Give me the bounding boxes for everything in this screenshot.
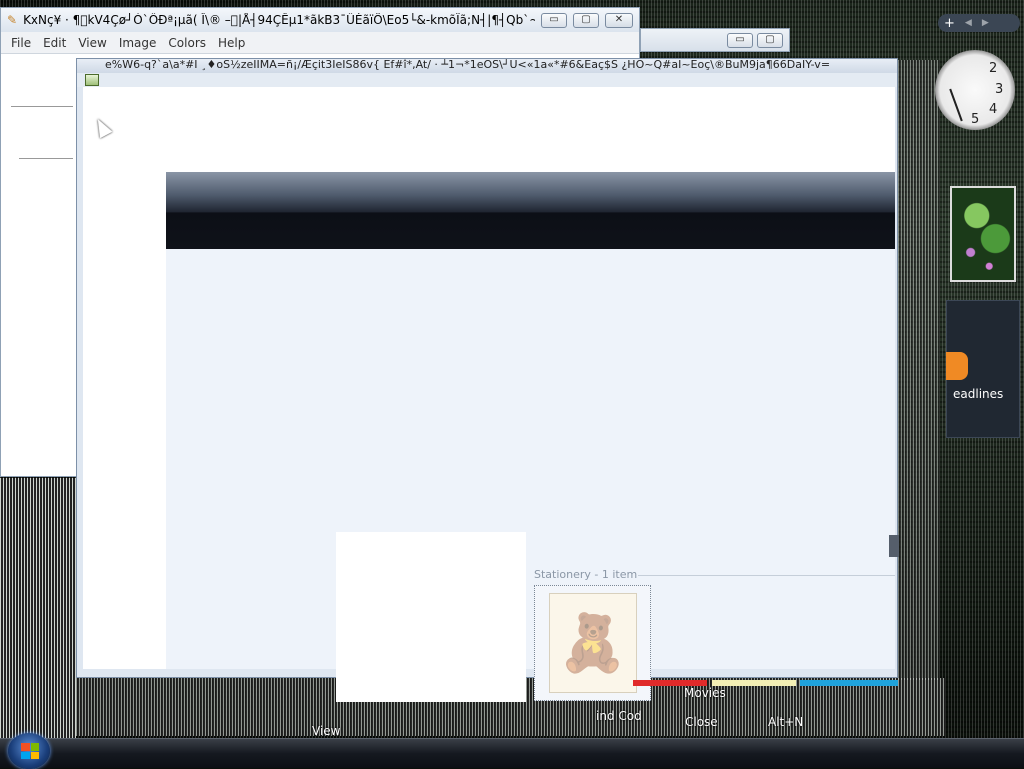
- glitch-close-text: Close: [685, 715, 718, 729]
- clock-number: 3: [995, 82, 1004, 97]
- paint-app-icon: ✎: [7, 13, 18, 27]
- paint-titlebar[interactable]: ✎ KxNç¥ · ¶ kV4Çø┘Ò`ÔÐª¡µã( Î\® – |Å┤94Ç…: [1, 8, 639, 32]
- taskbar: [0, 738, 1024, 768]
- minimize-button[interactable]: ▭: [541, 12, 567, 28]
- stationery-section-label: Stationery - 1 item: [534, 568, 638, 581]
- paint-divider: [19, 158, 73, 159]
- maximize-button[interactable]: ▢: [757, 32, 783, 48]
- feed-headlines-label: eadlines: [953, 387, 1004, 401]
- add-gadget-button[interactable]: +: [944, 16, 955, 31]
- main-toolbar: [77, 73, 897, 87]
- clock-number: 4: [989, 102, 998, 117]
- main-window-title[interactable]: e%W6-q?`a\a*#I ¸♦oS½zeIIMA=ñ¡/Æçit3IeIS8…: [77, 59, 897, 73]
- rss-icon: [946, 352, 968, 380]
- close-button[interactable]: ✕: [605, 12, 633, 28]
- menu-colors[interactable]: Colors: [162, 34, 212, 52]
- clock-number: 2: [989, 61, 998, 76]
- color-bar-blue: [800, 680, 898, 686]
- menu-bar: File Edit View Image Colors Help: [1, 32, 639, 54]
- slideshow-gadget[interactable]: [950, 186, 1016, 282]
- previous-icon[interactable]: ◀: [965, 18, 972, 28]
- menu-edit[interactable]: Edit: [37, 34, 72, 52]
- paint-window-title: KxNç¥ · ¶ kV4Çø┘Ò`ÔÐª¡µã( Î\® – |Å┤94ÇÊµ…: [23, 13, 535, 27]
- content-area: Stationery - 1 item 🧸: [83, 87, 899, 702]
- preview-panel: [336, 532, 526, 702]
- glitch-movies-text: Movies: [684, 686, 726, 700]
- glitch-region-left: [0, 478, 76, 738]
- teddy-bear-thumbnail[interactable]: 🧸: [548, 593, 637, 693]
- glitch-find-text: ind Cod: [596, 709, 642, 723]
- scrollbar-thumb[interactable]: [889, 535, 899, 557]
- glitch-altn-text: Alt+N: [768, 715, 804, 729]
- clock-hand: [949, 88, 963, 122]
- menu-view[interactable]: View: [72, 34, 112, 52]
- paint-divider: [11, 106, 73, 107]
- main-window: e%W6-q?`a\a*#I ¸♦oS½zeIIMA=ñ¡/Æçit3IeIS8…: [76, 58, 899, 702]
- clock-number: 5: [971, 112, 980, 127]
- gallery-pane: [166, 249, 895, 669]
- sidebar-controls: + ◀ ▶: [938, 14, 1020, 32]
- glitch-view-text: View: [312, 724, 341, 738]
- section-divider: [638, 575, 895, 576]
- maximize-button[interactable]: ▢: [573, 12, 599, 28]
- next-icon[interactable]: ▶: [982, 18, 989, 28]
- clock-gadget[interactable]: 2 3 4 5: [935, 50, 1015, 130]
- minimize-button[interactable]: ▭: [727, 32, 753, 48]
- windows-logo-icon: [21, 743, 39, 759]
- secondary-window-titlebar[interactable]: ▭ ▢: [640, 28, 790, 52]
- menu-image[interactable]: Image: [113, 34, 163, 52]
- menu-help[interactable]: Help: [212, 34, 251, 52]
- header-banner: [166, 172, 895, 249]
- menu-file[interactable]: File: [5, 34, 37, 52]
- window-icon[interactable]: [85, 74, 99, 86]
- teddy-bear-icon: 🧸: [557, 611, 628, 676]
